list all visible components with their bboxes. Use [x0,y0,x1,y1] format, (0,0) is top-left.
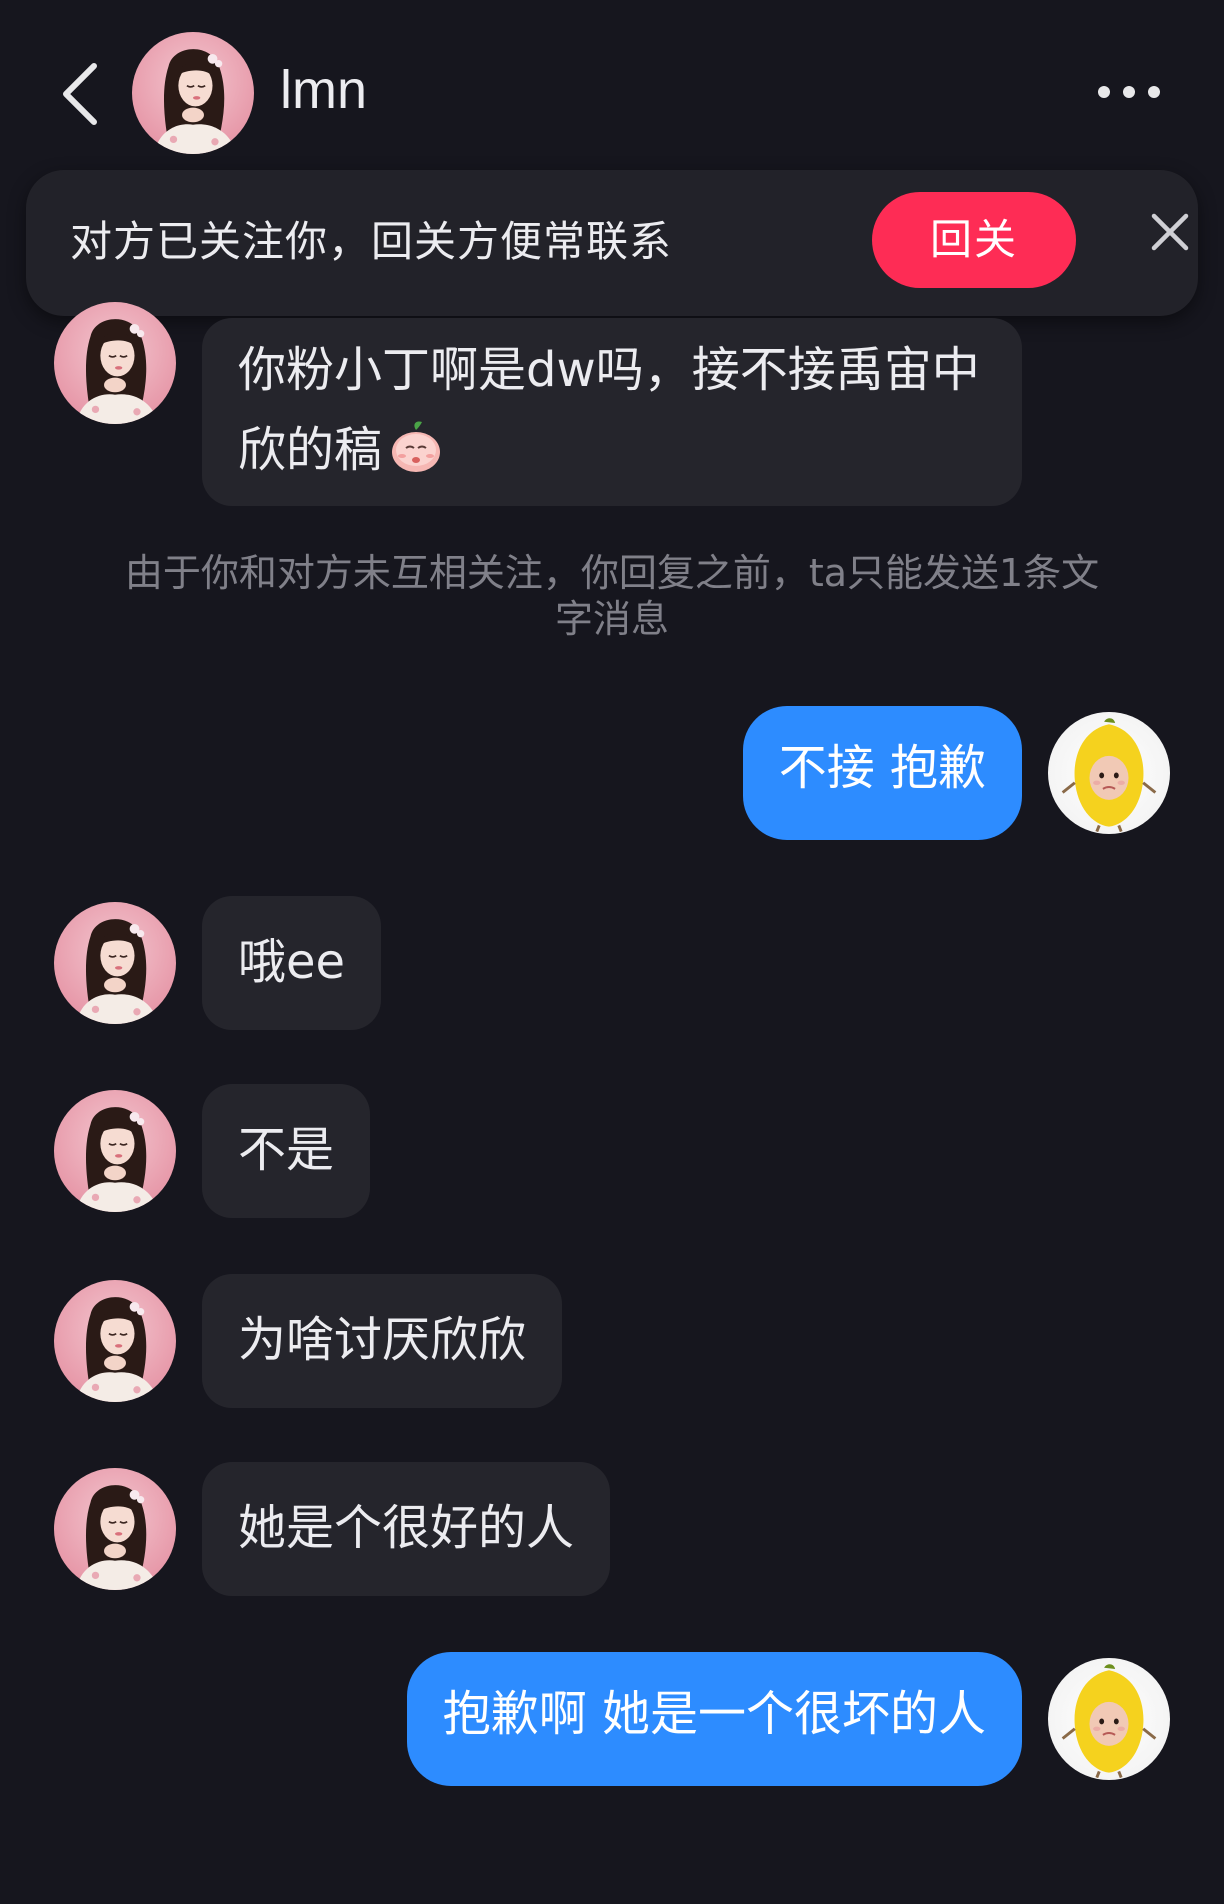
sender-avatar[interactable] [54,1280,176,1402]
message-text: 为啥讨厌欣欣 [238,1312,527,1368]
contact-name[interactable]: lmn [280,58,367,122]
message-bubble-outgoing[interactable]: 不接 抱歉 [742,706,1022,840]
close-icon[interactable] [1144,206,1196,258]
sender-avatar[interactable] [54,902,176,1024]
sender-avatar[interactable] [54,1090,176,1212]
message-bubble-incoming[interactable]: 哦ee [202,896,382,1030]
message-bubble-incoming[interactable]: 不是 [202,1084,371,1218]
back-icon[interactable] [56,62,106,126]
message-text: 不是 [238,1122,335,1178]
my-avatar[interactable] [1048,1658,1170,1780]
follow-back-banner: 对方已关注你，回关方便常联系 回关 [26,170,1198,316]
chat-header: lmn [0,0,1224,180]
message-text: 你粉小丁啊是dw吗，接不接禹宙中欣的稿 [238,342,980,478]
sender-avatar[interactable] [54,302,176,424]
sender-avatar[interactable] [54,1468,176,1590]
message-text: 她是个很好的人 [238,1500,575,1556]
follow-back-button[interactable]: 回关 [872,192,1076,288]
banner-text: 对方已关注你，回关方便常联系 [70,217,673,266]
message-text: 抱歉啊 她是一个很坏的人 [442,1686,986,1742]
message-bubble-incoming[interactable]: 她是个很好的人 [202,1462,611,1596]
message-bubble-incoming[interactable]: 你粉小丁啊是dw吗，接不接禹宙中欣的稿 [202,318,1022,506]
system-notice: 由于你和对方未互相关注，你回复之前，ta只能发送1条文字消息 [124,551,1100,641]
more-horizontal-icon[interactable] [1094,80,1164,104]
peach-sticker-icon [386,416,446,476]
message-text: 哦ee [238,934,346,990]
message-text: 不接 抱歉 [778,740,986,796]
message-bubble-incoming[interactable]: 为啥讨厌欣欣 [202,1274,563,1408]
my-avatar[interactable] [1048,712,1170,834]
message-bubble-outgoing[interactable]: 抱歉啊 她是一个很坏的人 [406,1652,1022,1786]
contact-avatar[interactable] [132,32,254,154]
